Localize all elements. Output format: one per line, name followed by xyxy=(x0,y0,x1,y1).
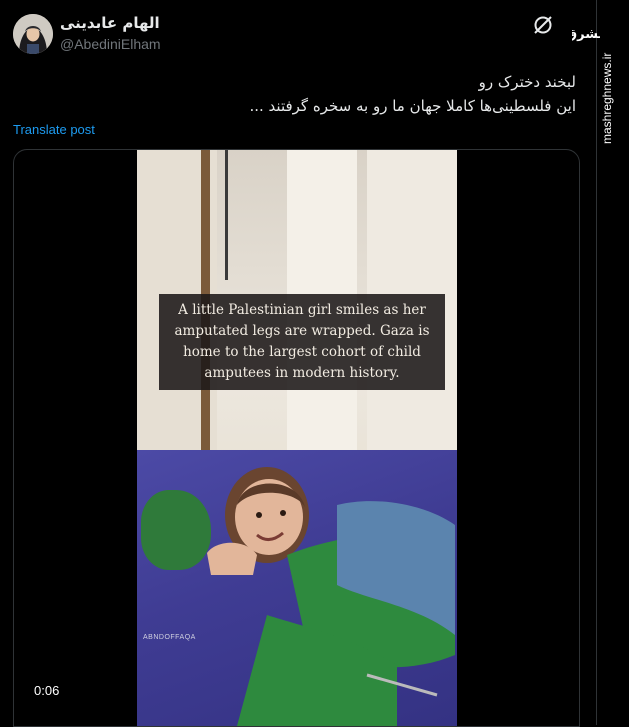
video-player[interactable]: A little Palestinian girl smiles as her … xyxy=(13,149,580,727)
tweet-post: الهام عابدینی @AbediniElham لبخند دخترک … xyxy=(0,0,597,727)
video-caption: A little Palestinian girl smiles as her … xyxy=(159,294,445,390)
mashregh-watermark: mashreghnews.ir xyxy=(594,50,620,144)
avatar-image xyxy=(13,14,53,54)
translate-post-link[interactable]: Translate post xyxy=(13,122,95,137)
video-watermark: ABNDOFFAQA xyxy=(143,634,196,641)
tweet-text-line-2: این فلسطینی‌ها کاملا جهان ما رو به سخره … xyxy=(249,97,576,115)
girl-figure xyxy=(207,467,455,726)
grok-icon[interactable] xyxy=(532,14,554,36)
tweet-text-line-1: لبخند دخترک رو xyxy=(478,73,576,91)
video-frame: A little Palestinian girl smiles as her … xyxy=(137,150,457,726)
author-name[interactable]: الهام عابدینی xyxy=(60,14,160,32)
mashregh-site-text: mashreghnews.ir xyxy=(600,53,614,144)
tweet-text: لبخند دخترک رو این فلسطینی‌ها کاملا جهان… xyxy=(16,70,576,118)
author-handle[interactable]: @AbediniElham xyxy=(60,36,161,52)
mashregh-logo-text: مشرق xyxy=(572,27,600,42)
video-timestamp: 0:06 xyxy=(34,683,60,698)
avatar[interactable] xyxy=(13,14,53,54)
